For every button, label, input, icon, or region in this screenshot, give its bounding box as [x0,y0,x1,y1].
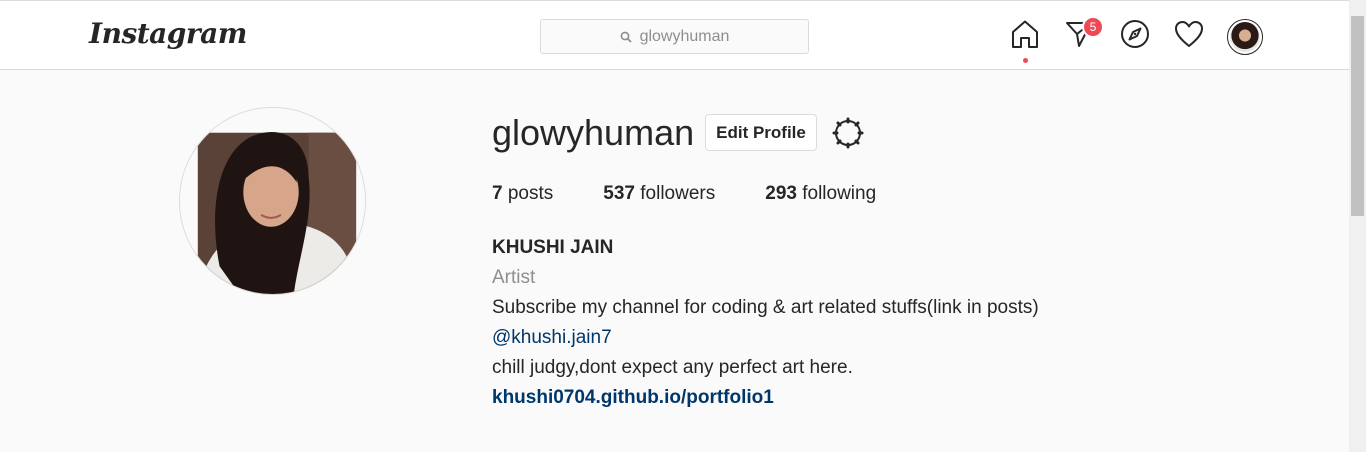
profile-avatar-nav[interactable] [1227,19,1263,55]
scrollbar-thumb[interactable] [1351,16,1364,216]
following-count: 293 [765,183,797,204]
posts-count: 7 [492,183,503,204]
following-link[interactable]: 293 following [765,183,876,205]
profile-bio: KHUSHI JAIN Artist Subscribe my channel … [492,233,1039,413]
settings-gear-icon[interactable] [831,116,865,150]
avatar-image [1230,22,1260,52]
followers-label: followers [640,183,716,204]
search-icon [620,31,632,43]
bio-line: Subscribe my channel for coding & art re… [492,297,1039,318]
instagram-logo[interactable]: Instagram [89,17,247,50]
profile-stats: 7 posts 537 followers 293 following [492,183,926,205]
home-icon[interactable] [1010,19,1040,49]
profile-photo-image [180,108,365,294]
profile-picture[interactable] [179,107,366,295]
edit-profile-button[interactable]: Edit Profile [705,114,817,151]
bio-line: chill judgy,dont expect any perfect art … [492,357,853,378]
full-name: KHUSHI JAIN [492,237,614,258]
heart-icon[interactable] [1174,19,1204,49]
scrollbar[interactable] [1349,0,1366,452]
mention-link[interactable]: @khushi.jain7 [492,323,1039,353]
explore-icon[interactable] [1120,19,1150,49]
category-label: Artist [492,267,536,288]
followers-count: 537 [603,183,635,204]
search-value: glowyhuman [639,27,730,45]
posts-stat: 7 posts [492,183,553,205]
posts-label: posts [507,183,554,204]
following-label: following [802,183,877,204]
search-input[interactable]: glowyhuman [540,19,809,54]
top-navigation-bar: Instagram glowyhuman 5 [0,0,1349,70]
notification-badge: 5 [1082,16,1104,38]
followers-link[interactable]: 537 followers [603,183,715,205]
website-link[interactable]: khushi0704.github.io/portfolio1 [492,383,1039,413]
profile-username: glowyhuman [492,112,695,153]
home-active-dot [1023,58,1028,63]
